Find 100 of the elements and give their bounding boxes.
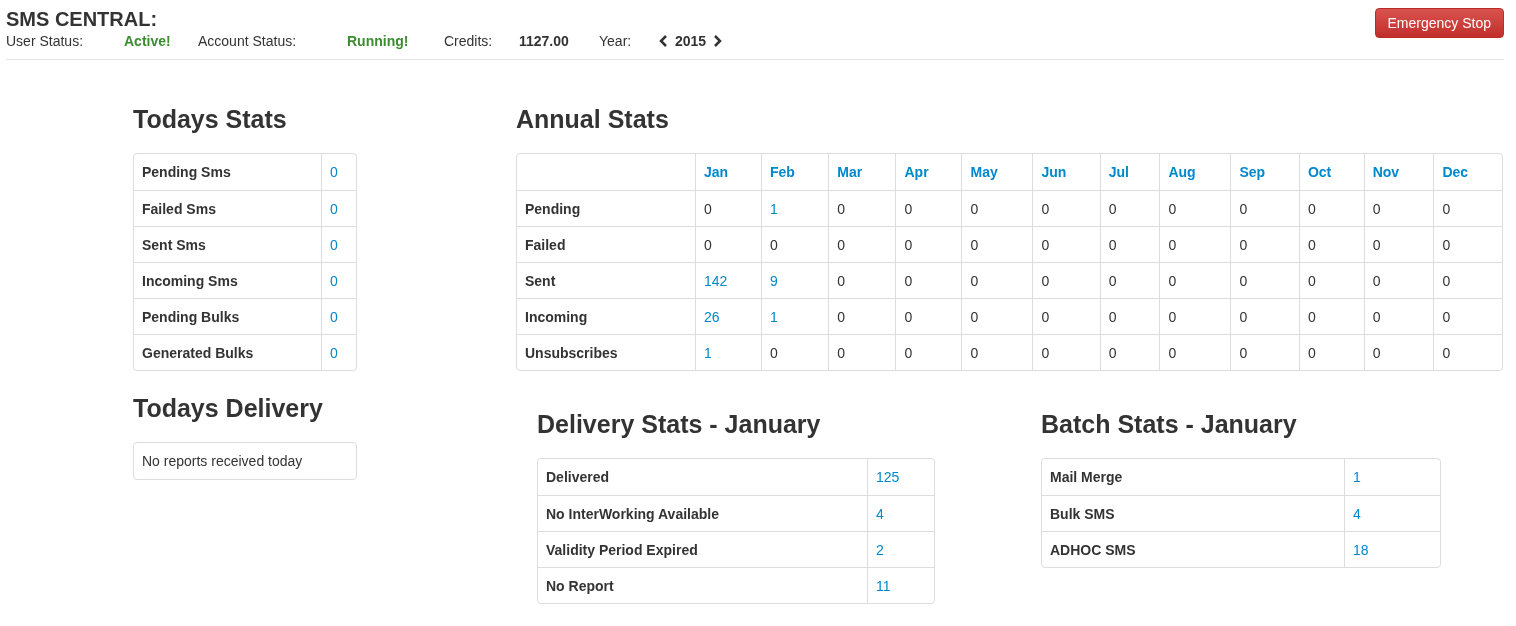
section-heading: Annual Stats <box>516 104 670 134</box>
count-value: 0 <box>1433 190 1502 226</box>
count-link[interactable]: 26 <box>695 298 761 334</box>
month-heading[interactable]: Apr <box>895 154 962 190</box>
count-value: 0 <box>1363 226 1434 262</box>
count-link[interactable]: 0 <box>321 262 356 298</box>
count-value: 0 <box>1298 334 1364 370</box>
count-link[interactable]: 0 <box>321 190 356 226</box>
count-value: 0 <box>1298 298 1364 334</box>
count-link[interactable]: 4 <box>1344 495 1440 531</box>
count-link[interactable]: 1 <box>695 334 761 370</box>
count-value: 0 <box>828 334 896 370</box>
count-link[interactable]: 0 <box>321 154 356 190</box>
section-heading: Todays Delivery <box>133 393 324 423</box>
row-label: Sent Sms <box>134 226 321 262</box>
count-link[interactable]: 4 <box>867 495 934 531</box>
emergency-stop-button[interactable]: Emergency Stop <box>1374 8 1504 38</box>
row-label: ADHOC SMS <box>1042 531 1344 567</box>
count-value: 0 <box>895 298 962 334</box>
status-value: Running! <box>347 33 410 49</box>
count-value: 0 <box>1298 262 1364 298</box>
count-value: 0 <box>1032 226 1100 262</box>
month-heading[interactable]: Sep <box>1230 154 1299 190</box>
count-link[interactable]: 142 <box>695 262 761 298</box>
row-label: Pending <box>517 190 695 226</box>
count-value: 0 <box>1433 262 1502 298</box>
count-value: 0 <box>1032 298 1100 334</box>
count-value: 0 <box>1159 334 1231 370</box>
field-label: Credits: <box>444 33 494 49</box>
count-value: 0 <box>1363 334 1434 370</box>
chevron-left-icon[interactable] <box>659 35 669 47</box>
count-link[interactable]: 0 <box>321 226 356 262</box>
count-value: 0 <box>1298 226 1364 262</box>
field-label: Year: <box>599 33 633 49</box>
count-link[interactable]: 11 <box>867 567 934 603</box>
row-label: Validity Period Expired <box>538 531 867 567</box>
month-heading[interactable]: Jun <box>1032 154 1100 190</box>
count-value: 0 <box>895 226 962 262</box>
count-value: 0 <box>1159 190 1231 226</box>
count-value: 0 <box>1363 190 1434 226</box>
count-link[interactable]: 18 <box>1344 531 1440 567</box>
status-value: Active! <box>124 33 172 49</box>
count-value: 0 <box>828 226 896 262</box>
field-label: Account Status: <box>198 33 298 49</box>
app-title: SMS CENTRAL: <box>6 8 159 30</box>
count-value: 0 <box>1159 298 1231 334</box>
month-heading[interactable]: Nov <box>1363 154 1434 190</box>
section-heading: Delivery Stats - January <box>537 409 822 439</box>
count-link[interactable]: 0 <box>321 298 356 334</box>
field-label: User Status: <box>6 33 85 49</box>
count-value: 0 <box>1298 190 1364 226</box>
count-value: 0 <box>895 262 962 298</box>
count-value: 0 <box>961 226 1033 262</box>
section-heading: Batch Stats - January <box>1041 409 1298 439</box>
count-value: 0 <box>695 190 761 226</box>
month-heading[interactable]: May <box>961 154 1033 190</box>
count-value: 0 <box>1230 334 1299 370</box>
count-value: 0 <box>1099 262 1160 298</box>
field-value: 1127.00 <box>519 33 570 49</box>
count-value: 0 <box>761 334 829 370</box>
month-heading[interactable]: Aug <box>1159 154 1231 190</box>
row-label: Delivered <box>545 468 611 487</box>
count-value: 0 <box>895 334 962 370</box>
count-link[interactable]: 1 <box>761 298 829 334</box>
month-heading[interactable]: Mar <box>828 154 896 190</box>
row-label: Sent <box>517 262 695 298</box>
count-link[interactable]: 9 <box>761 262 829 298</box>
chevron-right-icon[interactable] <box>712 35 723 47</box>
count-link[interactable]: 1 <box>1344 459 1440 495</box>
row-label: No Report <box>538 567 867 603</box>
month-heading[interactable]: Feb <box>761 154 829 190</box>
row-label: Incoming <box>517 298 695 334</box>
count-link[interactable]: 1 <box>761 190 829 226</box>
count-value: 0 <box>828 298 896 334</box>
count-value: 0 <box>1099 334 1160 370</box>
count-value: 0 <box>1230 190 1299 226</box>
count-value: 0 <box>695 226 761 262</box>
count-link[interactable]: 0 <box>321 334 356 370</box>
count-value: 0 <box>895 190 962 226</box>
count-value: 0 <box>1363 298 1434 334</box>
row-label: Bulk SMS <box>1042 495 1344 531</box>
count-value: 0 <box>1159 226 1231 262</box>
row-label: Unsubscribes <box>517 334 695 370</box>
count-link[interactable]: 125 <box>867 459 934 495</box>
count-value: 0 <box>1230 226 1299 262</box>
count-value: 0 <box>1433 334 1502 370</box>
message-panel: No reports received today <box>133 442 357 480</box>
count-link[interactable]: 2 <box>867 531 934 567</box>
row-label: Generated Bulks <box>134 334 321 370</box>
count-value: 0 <box>1230 298 1299 334</box>
count-value: 0 <box>961 262 1033 298</box>
section-heading: Todays Stats <box>133 104 288 134</box>
row-label: No InterWorking Available <box>538 495 867 531</box>
month-heading[interactable]: Jul <box>1099 154 1160 190</box>
year-value: 2015 <box>675 33 707 49</box>
month-heading[interactable]: Jan <box>695 154 761 190</box>
row-label: Pending Sms <box>141 163 232 182</box>
row-label: Mail Merge <box>1049 468 1124 487</box>
month-heading[interactable]: Dec <box>1433 154 1502 190</box>
month-heading[interactable]: Oct <box>1298 154 1364 190</box>
